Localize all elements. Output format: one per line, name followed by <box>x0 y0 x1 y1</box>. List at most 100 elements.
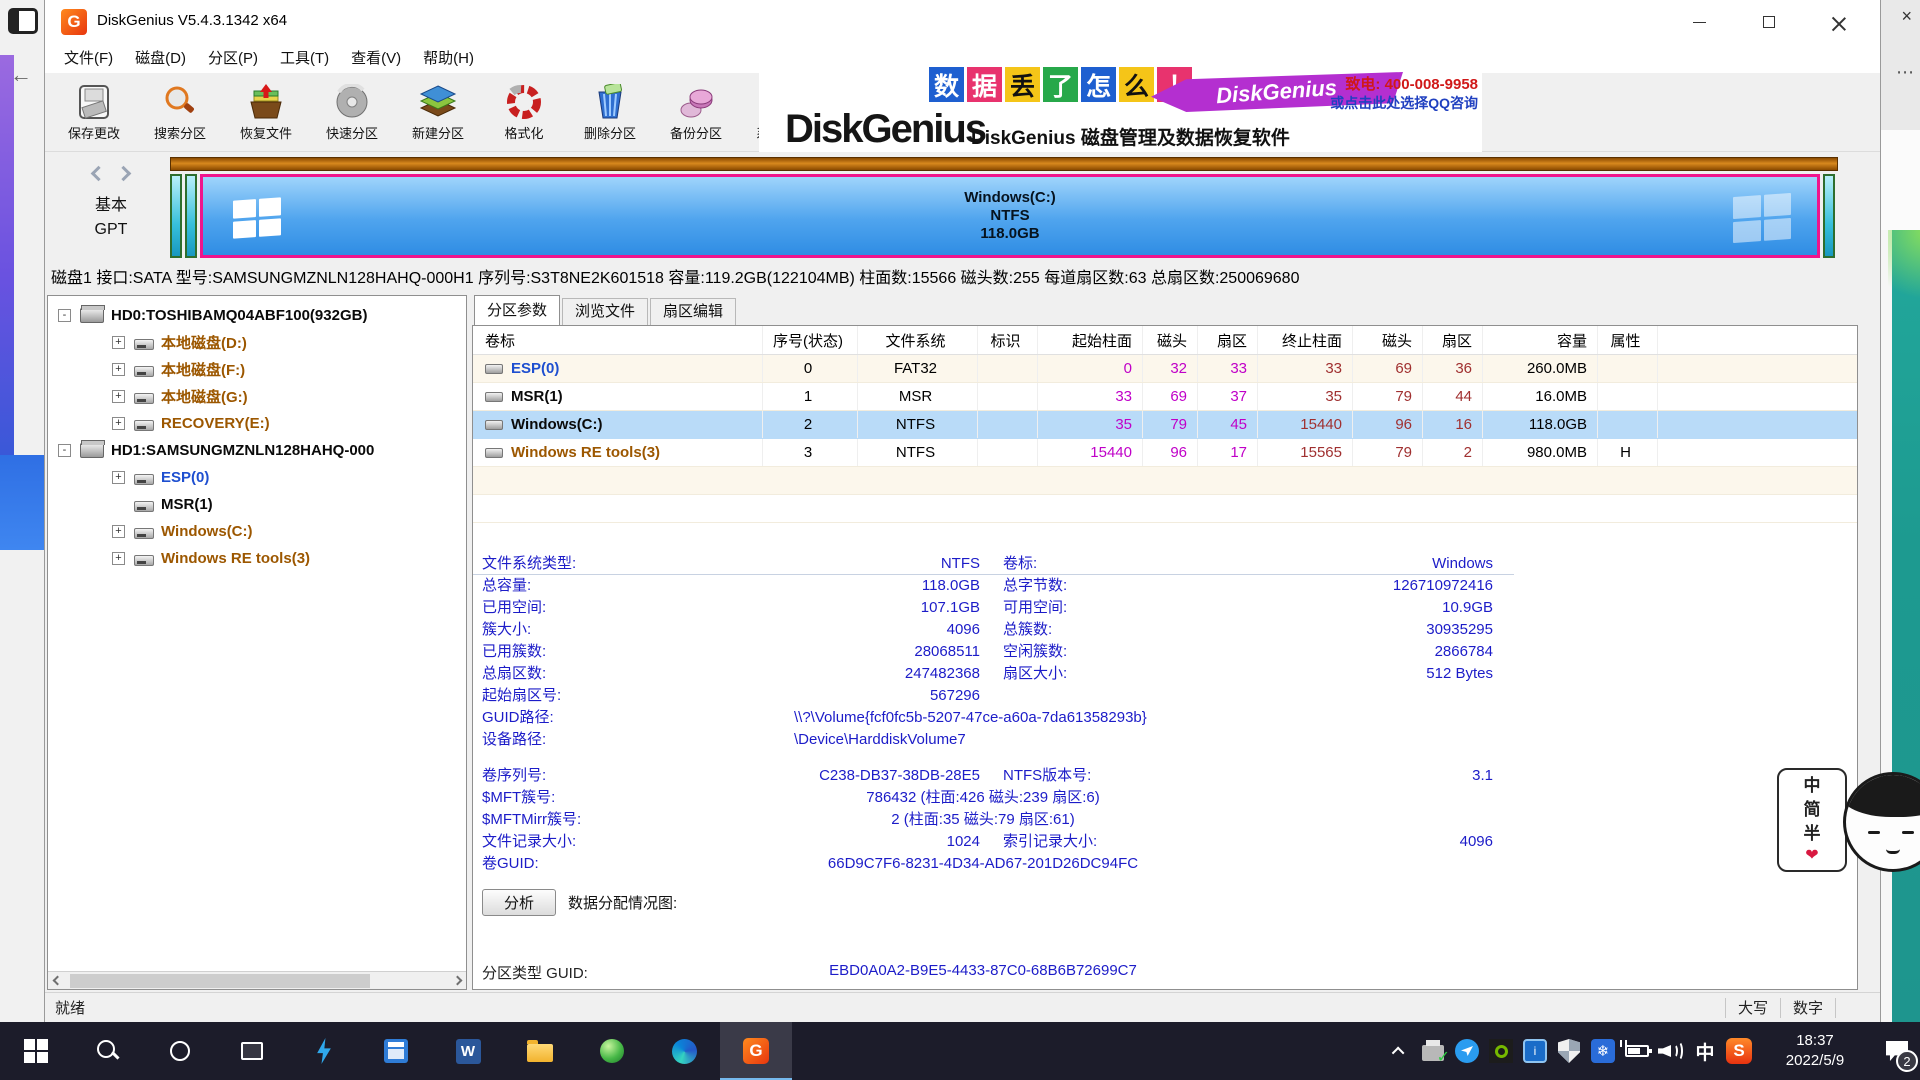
quick-partition-button[interactable]: 快速分区 <box>309 73 395 151</box>
pinned-app-file-explorer[interactable] <box>504 1022 576 1080</box>
tree-item[interactable]: + RECOVERY(E:) <box>48 410 466 437</box>
partition-icon <box>485 448 503 458</box>
minimize-button[interactable] <box>1671 0 1727 44</box>
tree-item[interactable]: + 本地磁盘(D:) <box>48 329 466 356</box>
tree-item[interactable]: + 本地磁盘(G:) <box>48 383 466 410</box>
table-row[interactable]: Windows(C:) 2 NTFS 35 79 45 15440 96 16 <box>473 411 1857 439</box>
taskbar-clock[interactable]: 18:37 2022/5/9 <box>1756 1031 1874 1071</box>
recover-files-button[interactable]: 恢复文件 <box>223 73 309 151</box>
tree-item[interactable]: - HD0:TOSHIBAMQ04ABF100(932GB) <box>48 302 466 329</box>
pinned-app-edge[interactable] <box>648 1022 720 1080</box>
cell-end-head: 69 <box>1353 355 1423 382</box>
scroll-left-arrow-icon[interactable] <box>48 972 66 990</box>
taskbar-search-button[interactable] <box>72 1022 144 1080</box>
tree-item[interactable]: + Windows RE tools(3) <box>48 545 466 572</box>
table-row[interactable]: Windows RE tools(3) 3 NTFS 15440 96 17 1… <box>473 439 1857 467</box>
banner-qq-link[interactable]: 或点击此处选择QQ咨询 <box>1330 93 1478 113</box>
background-more-icon[interactable]: ⋯ <box>1896 62 1914 83</box>
menu-item[interactable]: 帮助(H) <box>412 44 485 73</box>
search-partition-button[interactable]: 搜索分区 <box>137 73 223 151</box>
pinned-app-green-browser[interactable] <box>576 1022 648 1080</box>
table-row[interactable]: MSR(1) 1 MSR 33 69 37 35 79 44 16.0MB <box>473 383 1857 411</box>
tree-expander[interactable]: + <box>112 525 125 538</box>
scrollbar-track[interactable] <box>66 972 448 989</box>
table-header-row: 卷标 序号(状态) 文件系统 标识 起始柱面 磁头 扇区 <box>473 326 1857 355</box>
tray-freeze-tool[interactable]: ❄ <box>1586 1022 1620 1080</box>
tree-expander[interactable]: - <box>58 309 71 322</box>
table-row[interactable]: ESP(0) 0 FAT32 0 32 33 33 69 36 260.0MB <box>473 355 1857 383</box>
tree-item[interactable]: + 本地磁盘(F:) <box>48 356 466 383</box>
partition-segment-msr[interactable] <box>185 174 197 258</box>
graph-next-arrow-icon[interactable] <box>116 166 132 182</box>
cell-start-cylinder: 15440 <box>1038 439 1143 466</box>
tree-expander[interactable]: + <box>112 417 125 430</box>
tab[interactable]: 扇区编辑 <box>650 298 736 325</box>
tree-expander[interactable]: - <box>58 444 71 457</box>
tray-ime-mode[interactable]: 中 <box>1688 1022 1722 1080</box>
menu-item[interactable]: 分区(P) <box>197 44 269 73</box>
ime-status-card[interactable]: 中 简 半 ❤ <box>1777 768 1847 872</box>
tree-item[interactable]: + ESP(0) <box>48 464 466 491</box>
backup-partition-button[interactable]: 备份分区 <box>653 73 739 151</box>
tree-expander[interactable]: + <box>112 363 125 376</box>
tree-horizontal-scrollbar[interactable] <box>48 971 466 989</box>
tree-expander[interactable]: + <box>112 552 125 565</box>
scroll-right-arrow-icon[interactable] <box>448 972 466 990</box>
tray-thunder[interactable] <box>1450 1022 1484 1080</box>
format-button[interactable]: 格式化 <box>481 73 567 151</box>
tree-expander[interactable]: + <box>112 336 125 349</box>
tray-security-alert[interactable] <box>1552 1022 1586 1080</box>
partition-segment-windows-c[interactable]: Windows(C:) NTFS 118.0GB <box>200 174 1820 258</box>
tab[interactable]: 浏览文件 <box>562 298 648 325</box>
disk-span-bar[interactable] <box>170 157 1838 171</box>
graph-prev-arrow-icon[interactable] <box>91 166 107 182</box>
delete-partition-button[interactable]: 删除分区 <box>567 73 653 151</box>
background-scrollbar[interactable] <box>1880 230 1892 1022</box>
tree-item[interactable]: MSR(1) <box>48 491 466 518</box>
banner-phone-label: 致电: 400-008-9958 <box>1345 73 1478 94</box>
analyze-button[interactable]: 分析 <box>482 889 556 916</box>
menu-item[interactable]: 磁盘(D) <box>124 44 197 73</box>
maximize-button[interactable] <box>1741 0 1797 44</box>
cell-end-head: 96 <box>1353 411 1423 438</box>
tree-item[interactable]: - HD1:SAMSUNGMZNLN128HAHQ-000 <box>48 437 466 464</box>
detail-value: C238-DB37-38DB-28E5 <box>703 765 980 787</box>
tray-power[interactable] <box>1620 1022 1654 1080</box>
ime-status-widget[interactable]: 中 简 半 ❤ <box>1777 768 1920 878</box>
new-partition-button[interactable]: 新建分区 <box>395 73 481 151</box>
action-center-button[interactable]: 2 <box>1874 1022 1920 1080</box>
start-button[interactable] <box>0 1022 72 1080</box>
detail-value: 2 (柱面:35 磁头:79 扇区:61) <box>703 809 1263 831</box>
partition-segment-re-tools[interactable] <box>1823 174 1835 258</box>
tree-expander[interactable]: + <box>112 471 125 484</box>
close-button[interactable] <box>1811 0 1867 44</box>
ad-banner[interactable]: DiskGenius 数 据 丢 了 怎 么 <box>759 66 1482 152</box>
tray-volume[interactable] <box>1654 1022 1688 1080</box>
partition-segment-esp[interactable] <box>170 174 182 258</box>
taskbar-diskgenius-active[interactable]: G <box>720 1022 792 1080</box>
cortana-button[interactable] <box>144 1022 216 1080</box>
tray-printer[interactable]: ✓ <box>1416 1022 1450 1080</box>
detail-label: 已用空间: <box>482 597 703 619</box>
save-changes-button[interactable]: 保存更改 <box>51 73 137 151</box>
pinned-app-store[interactable] <box>360 1022 432 1080</box>
menu-item[interactable]: 文件(F) <box>53 44 124 73</box>
tree-expander[interactable]: + <box>112 390 125 403</box>
clock-date: 2022/5/9 <box>1786 1051 1844 1071</box>
pinned-app-word[interactable]: W <box>432 1022 504 1080</box>
tray-sogou[interactable]: S <box>1722 1022 1756 1080</box>
tray-expand-button[interactable] <box>1382 1022 1416 1080</box>
tree-item[interactable]: + Windows(C:) <box>48 518 466 545</box>
tab[interactable]: 分区参数 <box>474 295 560 325</box>
tray-nvidia[interactable] <box>1484 1022 1518 1080</box>
task-view-button[interactable] <box>216 1022 288 1080</box>
partition-name: Windows RE tools(3) <box>511 444 660 461</box>
menu-item[interactable]: 查看(V) <box>340 44 412 73</box>
background-close-icon[interactable]: × <box>1901 6 1912 27</box>
menu-item[interactable]: 工具(T) <box>269 44 340 73</box>
scrollbar-thumb[interactable] <box>70 974 370 988</box>
tray-intel-graphics[interactable]: i <box>1518 1022 1552 1080</box>
pinned-app-lightning[interactable] <box>288 1022 360 1080</box>
cell-start-sector: 33 <box>1198 355 1258 382</box>
terminal-window-icon[interactable] <box>8 8 38 34</box>
